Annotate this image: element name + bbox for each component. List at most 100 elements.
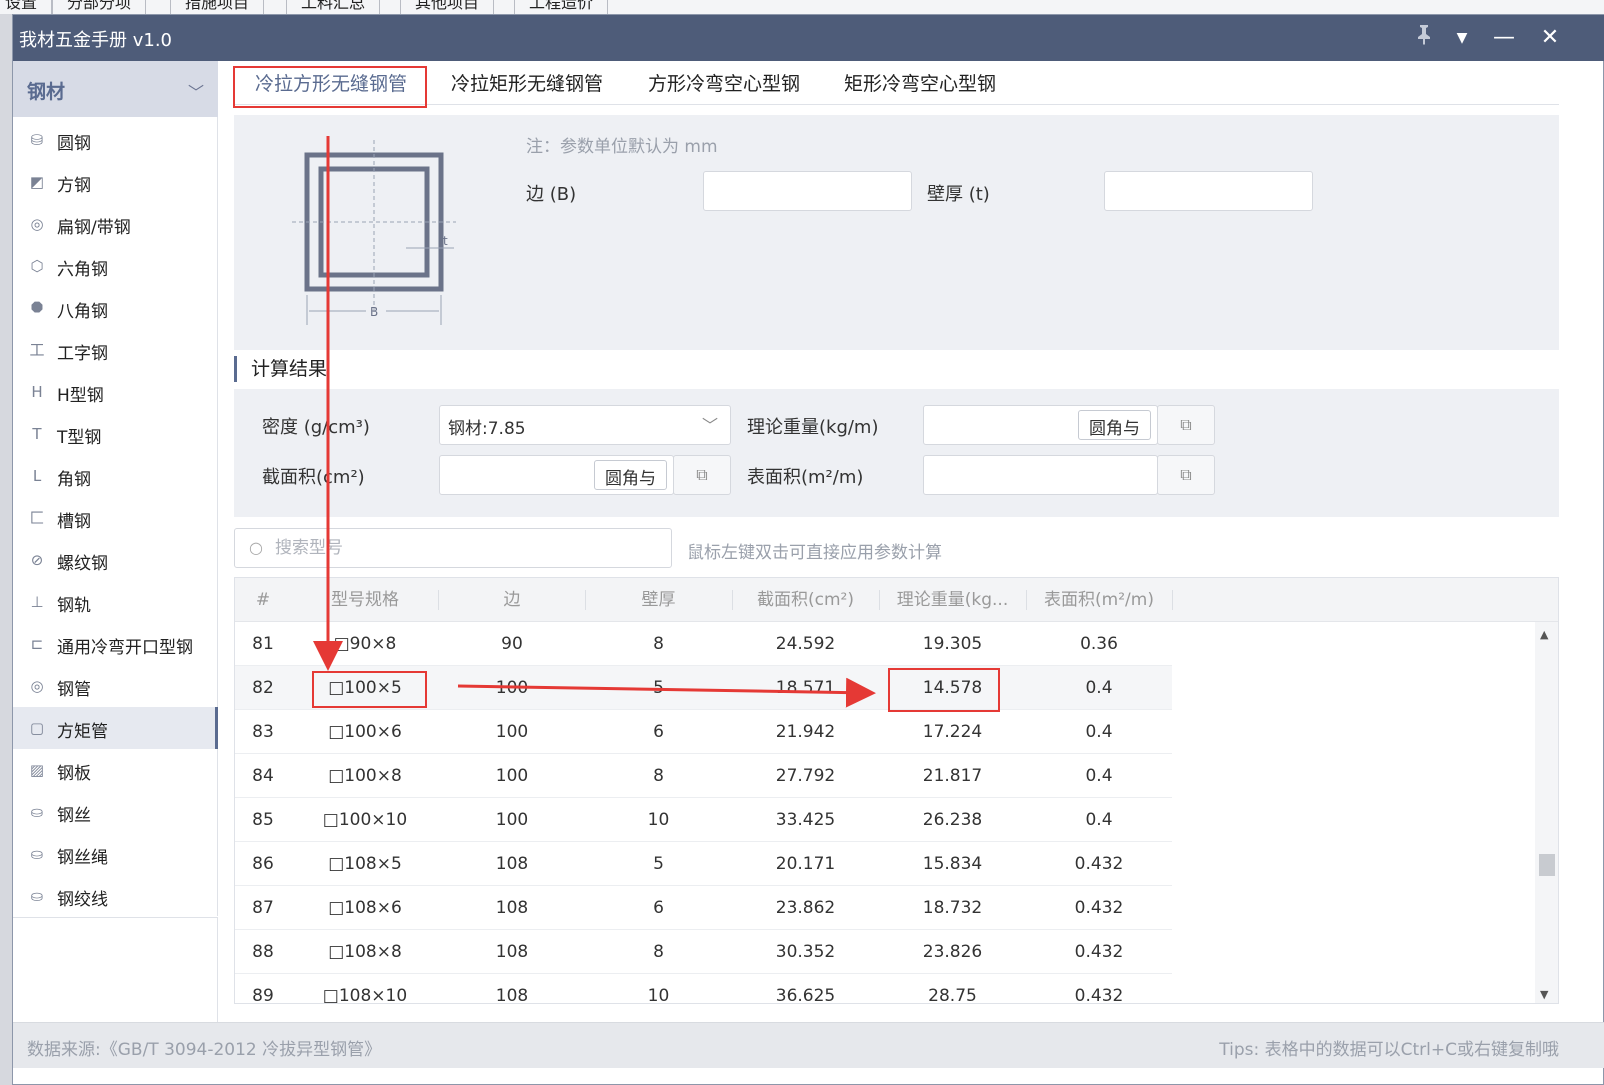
cell-spec: □100×6 — [328, 722, 402, 742]
scroll-up-icon[interactable]: ▲ — [1540, 628, 1548, 641]
sidebar-item-rebar[interactable]: ⊘ 螺纹钢 — [13, 539, 218, 581]
sidebar-item-steel-plate[interactable]: ▨ 钢板 — [13, 749, 218, 791]
sidebar-item-h-beam[interactable]: H H型钢 — [13, 371, 218, 413]
channel-steel-icon: 匚 — [29, 509, 45, 527]
cell-index: 89 — [252, 986, 274, 1004]
round-bar-icon: ⛁ — [30, 131, 44, 149]
cell-spec: □108×6 — [328, 898, 402, 918]
sidebar-item-angle-steel[interactable]: L 角钢 — [13, 455, 218, 497]
sidebar-item-flat-steel[interactable]: ◎ 扁钢/带钢 — [13, 203, 218, 245]
tab-square-hollow[interactable]: 方形冷弯空心型钢 — [648, 69, 800, 96]
sidebar-item-i-beam[interactable]: 工工字钢 — [13, 329, 218, 371]
sidebar-item-square-tube[interactable]: ▢ 方矩管 — [13, 707, 218, 749]
close-icon[interactable]: ✕ — [1535, 23, 1565, 53]
weight-output: 圆角与 — [923, 405, 1158, 445]
cell-surface: 0.432 — [1074, 854, 1124, 874]
sidebar-item-wire-rope[interactable]: ⛀ 钢丝绳 — [13, 833, 218, 875]
bg-tab[interactable]: 其他项目 — [400, 0, 495, 14]
section-tabs: 冷拉方形无缝钢管 冷拉矩形无缝钢管 方形冷弯空心型钢 矩形冷弯空心型钢 — [234, 65, 1559, 105]
cell-area: 20.171 — [775, 854, 836, 874]
search-input[interactable] — [275, 537, 655, 559]
pin-icon[interactable] — [1409, 23, 1439, 53]
sidebar-item-steel-wire[interactable]: ⛀ 钢丝 — [13, 791, 218, 833]
minimize-icon[interactable]: — — [1489, 23, 1519, 53]
area-round-button[interactable]: 圆角与 — [594, 460, 667, 490]
weight-round-button[interactable]: 圆角与 — [1078, 410, 1151, 440]
annotation-tab-highlight — [233, 66, 427, 108]
tab-rect-hollow[interactable]: 矩形冷弯空心型钢 — [844, 69, 996, 96]
bg-tab[interactable]: 工程造价 — [514, 0, 609, 14]
dropdown-icon[interactable]: ▼ — [1447, 23, 1477, 53]
table-row[interactable]: 81 □90×8 90 8 24.592 19.305 0.36 — [235, 622, 1172, 666]
density-select[interactable]: 钢材:7.85 ﹀ — [439, 405, 731, 445]
cell-thickness: 6 — [653, 722, 664, 742]
table-row[interactable]: 85 □100×10 100 10 33.425 26.238 0.4 — [235, 798, 1172, 842]
cell-thickness: 10 — [647, 986, 670, 1004]
wire-rope-icon: ⛀ — [30, 845, 44, 863]
bg-tab[interactable]: 分部分项 — [52, 0, 147, 14]
title-bar: 我材五金手册 v1.0 ▼ — ✕ — [13, 15, 1604, 61]
cell-weight: 21.817 — [922, 766, 983, 786]
status-bar: 数据来源:《GB/T 3094-2012 冷拔异型钢管》 Tips: 表格中的数… — [13, 1022, 1604, 1068]
table-row[interactable]: 89 □108×10 108 10 36.625 28.75 0.432 — [235, 974, 1172, 1004]
surface-copy-button[interactable]: ⧉ — [1157, 455, 1215, 495]
scroll-down-icon[interactable]: ▼ — [1540, 988, 1548, 1001]
sidebar-item-steel-pipe[interactable]: ◎ 钢管 — [13, 665, 218, 707]
side-input[interactable] — [703, 171, 912, 211]
col-spec[interactable]: 型号规格 — [291, 578, 439, 622]
density-label: 密度 (g/cm³) — [262, 417, 370, 438]
copy-icon: ⧉ — [696, 465, 708, 484]
cell-side: 100 — [495, 678, 529, 698]
tab-cold-drawn-rect[interactable]: 冷拉矩形无缝钢管 — [451, 69, 603, 96]
density-value: 钢材:7.85 — [448, 419, 526, 439]
col-side[interactable]: 边 — [439, 578, 585, 622]
cell-area: 36.625 — [775, 986, 836, 1004]
search-box: ○ — [234, 528, 672, 568]
table-scrollbar[interactable]: ▲ ▼ — [1535, 622, 1558, 1003]
scroll-thumb[interactable] — [1539, 854, 1555, 876]
table-row[interactable]: 87 □108×6 108 6 23.862 18.732 0.432 — [235, 886, 1172, 930]
sidebar-item-channel-steel[interactable]: 匚槽钢 — [13, 497, 218, 539]
background-app-left — [0, 14, 12, 1085]
cell-thickness: 5 — [653, 678, 664, 698]
sidebar-item-square-steel[interactable]: ◩ 方钢 — [13, 161, 218, 203]
col-weight[interactable]: 理论重量(kg... — [879, 578, 1026, 622]
cell-spec: □108×10 — [322, 986, 408, 1004]
area-copy-button[interactable]: ⧉ — [673, 455, 731, 495]
sidebar-item-strand[interactable]: ⛀ 钢绞线 — [13, 875, 218, 917]
thickness-input[interactable] — [1104, 171, 1313, 211]
angle-steel-icon: L — [32, 467, 42, 485]
cell-thickness: 8 — [653, 634, 664, 654]
sidebar-item-hex-steel[interactable]: ⬡ 六角钢 — [13, 245, 218, 287]
col-surface[interactable]: 表面积(m²/m) — [1026, 578, 1172, 622]
sidebar-item-cold-formed-open[interactable]: ⊏ 通用冷弯开口型钢 — [13, 623, 218, 665]
bg-tab[interactable]: 工料汇总 — [286, 0, 381, 14]
col-thickness[interactable]: 壁厚 — [585, 578, 732, 622]
strand-icon: ⛀ — [30, 887, 44, 905]
surface-output — [923, 455, 1158, 495]
sidebar-item-octagon-steel[interactable]: ⯃ 八角钢 — [13, 287, 218, 329]
sidebar-item-t-beam[interactable]: T T型钢 — [13, 413, 218, 455]
results-title: 计算结果 — [234, 356, 327, 382]
table-row[interactable]: 84 □100×8 100 8 27.792 21.817 0.4 — [235, 754, 1172, 798]
cell-index: 86 — [252, 854, 274, 874]
chevron-down-icon: ﹀ — [701, 416, 718, 435]
sidebar-item-rail[interactable]: ⊥ 钢轨 — [13, 581, 218, 623]
diagram-label-t: t — [443, 234, 448, 248]
area-label: 截面积(cm²) — [262, 467, 365, 488]
col-divider[interactable] — [1172, 590, 1173, 610]
bg-tab[interactable]: 设置 — [0, 0, 53, 14]
table-row[interactable]: 86 □108×5 108 5 20.171 15.834 0.432 — [235, 842, 1172, 886]
weight-copy-button[interactable]: ⧉ — [1157, 405, 1215, 445]
table-row[interactable]: 88 □108×8 108 8 30.352 23.826 0.432 — [235, 930, 1172, 974]
square-bar-icon: ◩ — [29, 173, 45, 191]
col-index[interactable]: # — [235, 578, 291, 622]
cell-weight: 19.305 — [922, 634, 983, 654]
table-row[interactable]: 83 □100×6 100 6 21.942 17.224 0.4 — [235, 710, 1172, 754]
bg-tab[interactable]: 措施项目 — [170, 0, 265, 14]
cell-spec: □108×8 — [328, 942, 402, 962]
category-steel[interactable]: 钢材 ﹀ — [13, 61, 218, 117]
col-area[interactable]: 截面积(cm²) — [732, 578, 879, 622]
sidebar-item-round-steel[interactable]: ⛁ 圆钢 — [13, 119, 218, 161]
annotation-spec-highlight — [312, 671, 427, 708]
